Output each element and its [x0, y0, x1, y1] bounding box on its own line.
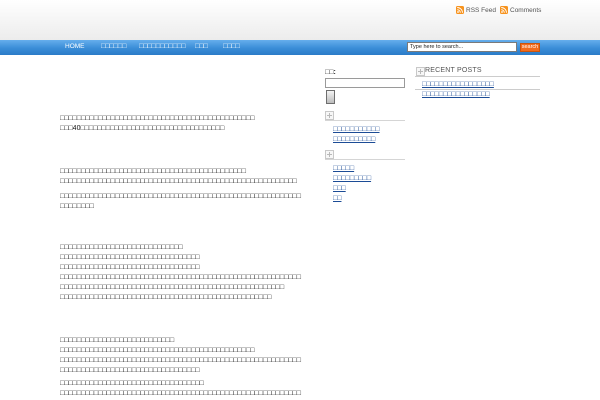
paragraph: □□□□□□□□□□□□□□□□□□□□□□□□□□□□□□□□□□ □□□□□… — [60, 379, 310, 399]
text-line: □□□□□□□□□□□□□□□□□□□□□□□□□□□□□□□□□ — [60, 264, 200, 271]
plus-box-icon — [325, 150, 334, 159]
text-line: □□□□□□□□□□□□□□□□□□□□□□□□□□□□□□□□□□□□□□□□… — [60, 347, 255, 354]
list-item: □□□□□□□□□□□□□□□□ — [415, 90, 540, 99]
list-item: □□□□□□□□□ — [333, 174, 405, 184]
sidebar-widget: □□□□□ □□□□□□□□□ □□□ □□ — [325, 149, 405, 204]
link-list: □□□□□□□□□□□ □□□□□□□□□□ — [333, 125, 405, 145]
text-line: □□□□□□□□□□□□□□□□□□□□□□□□□□□□□□□□□□□□□□□□… — [60, 284, 285, 291]
list-item: □□□□□ — [333, 164, 405, 174]
nav-item-3[interactable]: □□□□□□□□□□□ — [139, 40, 186, 55]
text-line: □□□□□□□□□□□□□□□□□□□□□□□□□□□□□ — [60, 244, 183, 251]
sidebar-left: □□: □□□□□□□□□□□ □□□□□□□□□□ □□□□□ □□□□□□□… — [325, 55, 407, 205]
sidebar-search-input[interactable] — [325, 78, 405, 88]
sidebar-link[interactable]: □□□□□ — [333, 165, 354, 172]
top-header: RSS Feed Comments — [0, 0, 600, 40]
sidebar-link[interactable]: □□□□□□□□□□□ — [333, 126, 380, 133]
sidebar-link[interactable]: □□□□□□□□□□ — [333, 136, 375, 143]
text-line: □□□□□□□□□□□□□□□□□□□□□□□□□□□□□□□□□□□□□□□□… — [60, 357, 301, 364]
sidebar-recent-posts: RECENT POSTS □□□□□□□□□□□□□□□□□ □□□□□□□□□… — [415, 55, 540, 115]
comments-feed-link[interactable]: Comments — [500, 5, 541, 15]
text-line: □□□□□□□□□□□□□□□□□□□□□□□□□□□□□□□□□□□□□□□□… — [60, 178, 297, 185]
sidebar-search-button[interactable] — [326, 90, 335, 104]
rss-feed-link[interactable]: RSS Feed — [456, 5, 496, 15]
text-line: □□□□□□□□□□□□□□□□□□□□□□□□□□□□□□□□□□□□□□□□… — [60, 390, 301, 397]
text-line: □□□□□□□□□□□□□□□□□□□□□□□□□□□ — [60, 337, 175, 344]
text-line: □□□□□□□□□□□□□□□□□□□□□□□□□□□□□□□□□□□□□□□□… — [60, 115, 255, 122]
text-line: □□□40□□□□□□□□□□□□□□□□□□□□□□□□□□□□□□□□□□ — [60, 125, 225, 132]
list-item: □□ — [333, 194, 405, 204]
paragraph: □□□□□□□□□□□□□□□□□□□□□□□□□□□□□ □□□□□□□□□□… — [60, 243, 310, 303]
recent-post-link[interactable]: □□□□□□□□□□□□□□□□□ — [422, 81, 494, 88]
list-item: □□□□□□□□□□□□□□□□□ — [415, 80, 540, 90]
sidebar-link[interactable]: □□□□□□□□□ — [333, 175, 371, 182]
comments-feed-label: Comments — [510, 6, 542, 14]
rss-icon — [500, 6, 508, 14]
text-line: □□□□□□□□□□□□□□□□□□□□□□□□□□□□□□□□□ — [60, 367, 200, 374]
list-item: □□□□□□□□□□□ — [333, 125, 405, 135]
recent-post-link[interactable]: □□□□□□□□□□□□□□□□ — [422, 91, 490, 98]
text-line: □□□□□□□□□□□□□□□□□□□□□□□□□□□□□□□□□□□□□□□□… — [60, 274, 301, 281]
nav-item-4[interactable]: □□□ — [195, 40, 208, 55]
text-line: □□□□□□□□□□□□□□□□□□□□□□□□□□□□□□□□□□ — [60, 380, 204, 387]
text-line: □□□□□□□□□□□□□□□□□□□□□□□□□□□□□□□□□□□□□□□□… — [60, 168, 247, 175]
text-line: □□□□□□□□ — [60, 203, 94, 210]
paragraph: □□□□□□□□□□□□□□□□□□□□□□□□□□□ □□□□□□□□□□□□… — [60, 336, 310, 376]
rss-feed-label: RSS Feed — [466, 6, 496, 14]
sidebar-link[interactable]: □□□ — [333, 185, 346, 192]
rss-icon — [456, 6, 464, 14]
paragraph: □□□□□□□□□□□□□□□□□□□□□□□□□□□□□□□□□□□□□□□□… — [60, 167, 310, 187]
search-button[interactable]: search — [520, 43, 540, 52]
widget-header: RECENT POSTS — [415, 66, 540, 77]
paragraph: □□□□□□□□□□□□□□□□□□□□□□□□□□□□□□□□□□□□□□□□… — [60, 114, 310, 134]
widget-header — [325, 149, 405, 160]
plus-box-icon — [325, 111, 334, 120]
widget-header — [325, 110, 405, 121]
sidebar-widget: □□□□□□□□□□□ □□□□□□□□□□ — [325, 110, 405, 145]
list-item: □□□□□□□□□□ — [333, 135, 405, 145]
nav-item-home[interactable]: HOME — [65, 40, 85, 55]
post-content: □□□□□□□□□□□□□□□□□□□□□□□□□□□□□□□□□□□□□□□□… — [60, 55, 310, 400]
recent-posts-title: RECENT POSTS — [425, 67, 482, 74]
link-list: □□□□□ □□□□□□□□□ □□□ □□ — [333, 164, 405, 204]
plus-box-icon — [416, 67, 425, 76]
text-line: □□□□□□□□□□□□□□□□□□□□□□□□□□□□□□□□□□□□□□□□… — [60, 193, 301, 200]
text-line: □□□□□□□□□□□□□□□□□□□□□□□□□□□□□□□□□ — [60, 254, 200, 261]
main-navigation: HOME □□□□□□ □□□□□□□□□□□ □□□ □□□□ search — [0, 40, 600, 55]
sidebar-search-label: □□: — [325, 69, 336, 76]
list-item: □□□ — [333, 184, 405, 194]
nav-item-5[interactable]: □□□□ — [223, 40, 240, 55]
sidebar-link[interactable]: □□ — [333, 195, 341, 202]
paragraph: □□□□□□□□□□□□□□□□□□□□□□□□□□□□□□□□□□□□□□□□… — [60, 192, 310, 212]
text-line: □□□□□□□□□□□□□□□□□□□□□□□□□□□□□□□□□□□□□□□□… — [60, 294, 272, 301]
search-input[interactable] — [407, 42, 517, 52]
page: RSS Feed Comments HOME □□□□□□ □□□□□□□□□□… — [0, 0, 600, 400]
recent-posts-list: □□□□□□□□□□□□□□□□□ □□□□□□□□□□□□□□□□ — [415, 80, 540, 99]
nav-item-2[interactable]: □□□□□□ — [101, 40, 126, 55]
